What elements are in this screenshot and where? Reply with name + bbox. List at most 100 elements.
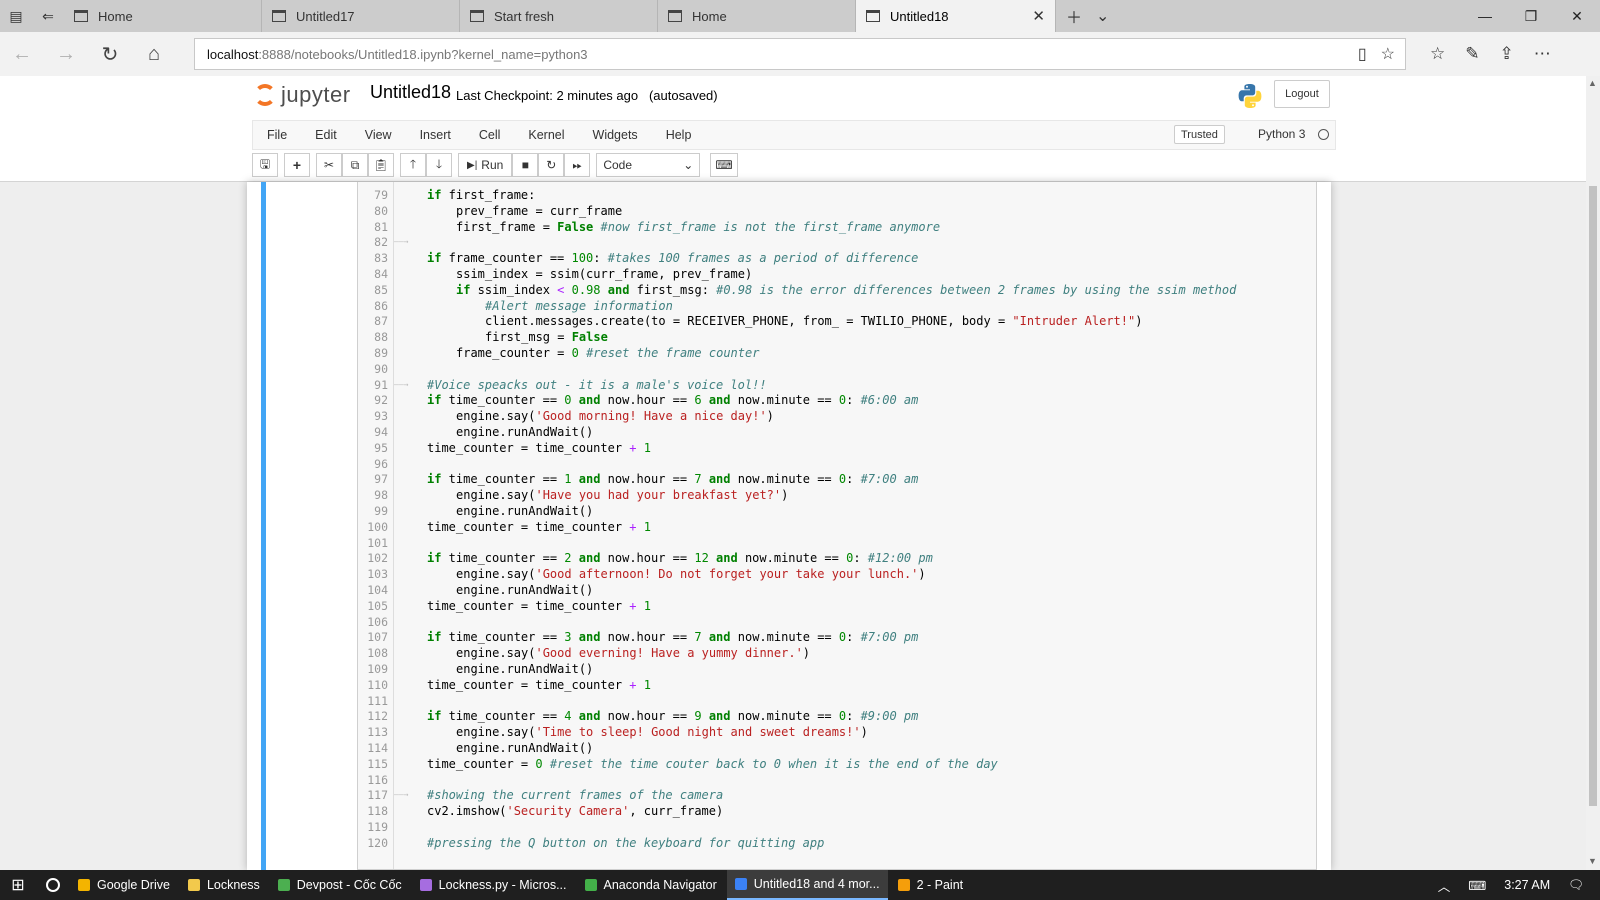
taskbar-item[interactable]: Lockness.py - Micros... [412, 870, 575, 900]
interrupt-button[interactable]: ■ [512, 153, 539, 177]
code-token: 7 [694, 472, 702, 487]
jupyter-logo[interactable]: jupyter [254, 82, 351, 108]
code-line: 100 time_counter = time_counter + 1 [358, 519, 1316, 535]
menu-file[interactable]: File [253, 128, 301, 142]
menu-edit[interactable]: Edit [301, 128, 351, 142]
taskbar-item[interactable]: Lockness [180, 870, 268, 900]
code-text: time_counter = time_counter + 1 [427, 440, 651, 456]
restart-run-all-button[interactable]: ⏩︎ [564, 153, 591, 177]
chevron-up-icon[interactable]: ︿ [1438, 876, 1451, 895]
kernel-idle-icon [1318, 129, 1329, 140]
new-tab-icon[interactable]: ＋ [1066, 4, 1082, 28]
set-aside-tabs-icon[interactable]: ⇐ [32, 0, 64, 32]
code-token: 'Good afternoon! Do not forget your take… [535, 567, 919, 582]
share-icon[interactable]: ⇪ [1500, 44, 1514, 64]
move-up-button[interactable]: 🡑 [400, 153, 426, 177]
move-down-button[interactable]: 🡓 [426, 153, 452, 177]
close-icon[interactable]: ✕ [1032, 7, 1045, 25]
minimize-icon[interactable]: — [1462, 0, 1508, 32]
code-text: prev_frame = curr_frame [456, 203, 622, 219]
chevron-down-icon[interactable]: ⌄ [1096, 6, 1109, 26]
menu-view[interactable]: View [351, 128, 406, 142]
taskbar-item[interactable]: Google Drive [70, 870, 178, 900]
code-line: 98 engine.say('Have you had your breakfas… [358, 487, 1316, 503]
line-number: 98 [374, 488, 388, 503]
run-button[interactable]: ▶| Run [458, 153, 513, 177]
code-token: #7:00 am [860, 472, 919, 487]
code-text: if time_counter == 4 and now.hour == 9 a… [427, 708, 918, 724]
menu-cell[interactable]: Cell [465, 128, 515, 142]
back-icon[interactable]: ← [0, 43, 44, 66]
scroll-up-icon[interactable]: ▲ [1588, 78, 1597, 88]
cortana-icon[interactable] [36, 878, 70, 892]
browser-tab-untitled18[interactable]: Untitled18 ✕ [856, 0, 1056, 32]
line-number: 108 [367, 646, 388, 661]
code-line: 105 time_counter = time_counter + 1 [358, 598, 1316, 614]
line-number: 86 [374, 298, 388, 313]
menu-widgets[interactable]: Widgets [579, 128, 652, 142]
windows-start-icon[interactable]: ⊞ [0, 875, 36, 895]
more-icon[interactable]: ⋯ [1534, 44, 1551, 64]
code-line: 106 [358, 614, 1316, 630]
code-line: 112 if time_counter == 4 and now.hour == … [358, 708, 1316, 724]
taskbar-item[interactable]: Devpost - Cốc Cốc [270, 870, 410, 900]
code-token: first_msg: [629, 282, 717, 297]
taskbar-item[interactable]: 2 - Paint [890, 870, 972, 900]
paste-button[interactable]: 📋︎ [368, 153, 394, 177]
browser-tab-start-fresh[interactable]: Start fresh [460, 0, 658, 32]
code-cell-editor[interactable]: 79 if first_frame: 80 prev_frame = curr_fra… [357, 182, 1317, 870]
command-palette-button[interactable]: ⌨ [710, 153, 738, 177]
logout-button[interactable]: Logout [1274, 80, 1330, 108]
tab-manager-icon[interactable]: ▤ [0, 0, 32, 32]
reading-view-icon[interactable]: ▯ [1358, 44, 1367, 64]
restore-icon[interactable]: ❐ [1508, 0, 1554, 32]
keyboard-icon[interactable]: ⌨ [1468, 878, 1486, 893]
code-token: and [708, 472, 731, 487]
code-token: if [427, 630, 442, 645]
code-line: 81 first_frame = False #now first_frame i… [358, 219, 1316, 235]
copy-button[interactable]: ⧉ [342, 153, 368, 177]
code-token: 4 [564, 709, 572, 724]
notifications-icon[interactable]: 🗨︎ [1568, 878, 1584, 893]
line-number: 111 [367, 693, 388, 708]
code-token: 9 [694, 709, 702, 724]
code-line: 86 #Alert message information [358, 298, 1316, 314]
kernel-name[interactable]: Python 3 [1258, 127, 1305, 141]
refresh-icon[interactable]: ↻ [88, 42, 132, 67]
code-token: : [846, 709, 861, 724]
arrow-down-icon: 🡓 [435, 156, 443, 171]
forward-icon[interactable]: → [44, 43, 88, 66]
cut-button[interactable]: ✂ [316, 153, 342, 177]
window-close-icon[interactable]: ✕ [1554, 0, 1600, 32]
notebook-name[interactable]: Untitled18 [370, 82, 451, 103]
trusted-badge[interactable]: Trusted [1174, 125, 1225, 144]
taskbar-item[interactable]: Untitled18 and 4 mor... [726, 870, 888, 900]
home-icon[interactable]: ⌂ [132, 43, 176, 66]
code-text: #Alert message information [485, 298, 673, 314]
code-line: 80 prev_frame = curr_frame [358, 203, 1316, 219]
clock[interactable]: 3:27 AM [1504, 878, 1550, 892]
web-note-icon[interactable]: ✎ [1465, 44, 1479, 64]
scroll-down-icon[interactable]: ▼ [1588, 856, 1597, 866]
menu-insert[interactable]: Insert [406, 128, 465, 142]
browser-tab-home-2[interactable]: Home [658, 0, 856, 32]
code-token: time_counter == [441, 393, 565, 408]
browser-tab-untitled17[interactable]: Untitled17 [262, 0, 460, 32]
insert-cell-button[interactable]: + [284, 153, 310, 177]
favorite-star-icon[interactable]: ☆ [1381, 44, 1395, 64]
cell-type-select[interactable]: Code ⌄ [596, 153, 701, 177]
address-bar[interactable]: localhost :8888/notebooks/Untitled18.ipy… [194, 38, 1406, 70]
code-token: now.hour == [600, 551, 695, 566]
save-button[interactable]: 🖫 [252, 153, 278, 177]
favorites-hub-icon[interactable]: ☆ [1430, 44, 1445, 64]
browser-tab-home-1[interactable]: Home [64, 0, 262, 32]
page-scrollbar[interactable]: ▲ ▼ [1586, 76, 1600, 870]
menu-help[interactable]: Help [652, 128, 706, 142]
taskbar-item[interactable]: Anaconda Navigator [577, 870, 725, 900]
scroll-thumb[interactable] [1589, 186, 1597, 806]
menu-kernel[interactable]: Kernel [514, 128, 578, 142]
code-token: now.hour == [600, 630, 695, 645]
restart-button[interactable]: ↻ [538, 153, 565, 177]
